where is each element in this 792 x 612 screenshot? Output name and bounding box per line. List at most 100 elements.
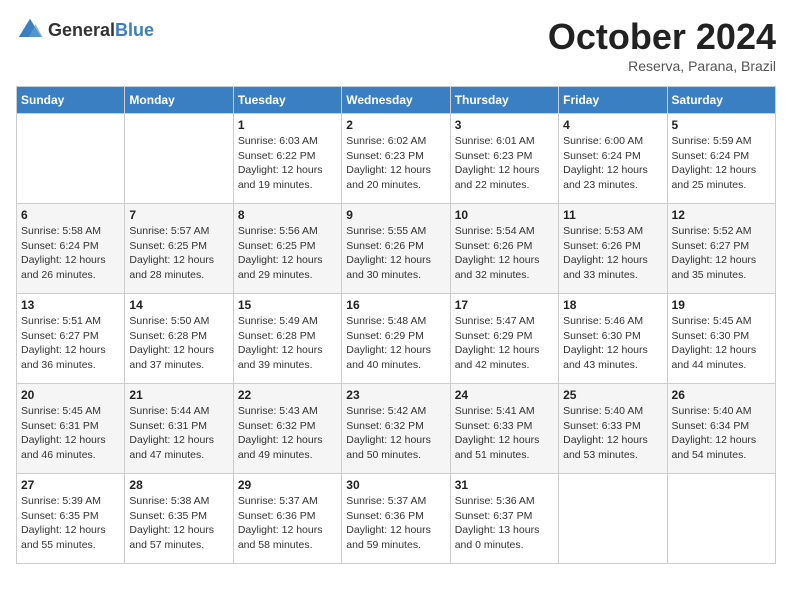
weekday-header-friday: Friday [559,87,667,114]
day-info: Sunrise: 6:01 AM Sunset: 6:23 PM Dayligh… [455,134,554,193]
day-info: Sunrise: 5:41 AM Sunset: 6:33 PM Dayligh… [455,404,554,463]
calendar-week-row: 1 Sunrise: 6:03 AM Sunset: 6:22 PM Daylig… [17,114,776,204]
page-header: GeneralBlue October 2024 Reserva, Parana… [16,16,776,74]
calendar-cell: 26Sunrise: 5:40 AM Sunset: 6:34 PM Dayli… [667,384,775,474]
calendar-cell [125,114,233,204]
calendar-cell: 9Sunrise: 5:55 AM Sunset: 6:26 PM Daylig… [342,204,450,294]
day-info: Sunrise: 5:50 AM Sunset: 6:28 PM Dayligh… [129,314,228,373]
day-info: Sunrise: 5:52 AM Sunset: 6:27 PM Dayligh… [672,224,771,283]
day-number: 24 [455,388,554,402]
day-info: Sunrise: 5:46 AM Sunset: 6:30 PM Dayligh… [563,314,662,373]
day-number: 11 [563,208,662,222]
calendar-cell [559,474,667,564]
day-info: Sunrise: 5:40 AM Sunset: 6:34 PM Dayligh… [672,404,771,463]
day-number: 1 [238,118,337,132]
day-info: Sunrise: 6:03 AM Sunset: 6:22 PM Dayligh… [238,134,337,193]
calendar-cell: 28 Sunrise: 5:38 AM Sunset: 6:35 PM Dayli… [125,474,233,564]
calendar-cell: 17Sunrise: 5:47 AM Sunset: 6:29 PM Dayli… [450,294,558,384]
calendar-cell: 20Sunrise: 5:45 AM Sunset: 6:31 PM Dayli… [17,384,125,474]
day-info: Sunrise: 5:58 AM Sunset: 6:24 PM Dayligh… [21,224,120,283]
day-info: Sunrise: 5:36 AM Sunset: 6:37 PM Dayligh… [455,494,554,553]
day-number: 6 [21,208,120,222]
day-number: 27 [21,478,120,492]
calendar-cell: 12 Sunrise: 5:52 AM Sunset: 6:27 PM Dayli… [667,204,775,294]
day-info: Sunrise: 5:45 AM Sunset: 6:30 PM Dayligh… [672,314,771,373]
day-number: 4 [563,118,662,132]
day-number: 25 [563,388,662,402]
day-info: Sunrise: 5:42 AM Sunset: 6:32 PM Dayligh… [346,404,445,463]
day-info: Sunrise: 5:48 AM Sunset: 6:29 PM Dayligh… [346,314,445,373]
calendar-cell [667,474,775,564]
day-info: Sunrise: 5:49 AM Sunset: 6:28 PM Dayligh… [238,314,337,373]
day-number: 22 [238,388,337,402]
calendar-cell: 8 Sunrise: 5:56 AM Sunset: 6:25 PM Daylig… [233,204,341,294]
day-number: 7 [129,208,228,222]
day-info: Sunrise: 5:54 AM Sunset: 6:26 PM Dayligh… [455,224,554,283]
calendar-cell: 29Sunrise: 5:37 AM Sunset: 6:36 PM Dayli… [233,474,341,564]
calendar-cell: 18 Sunrise: 5:46 AM Sunset: 6:30 PM Dayli… [559,294,667,384]
title-block: October 2024 Reserva, Parana, Brazil [548,16,776,74]
day-number: 30 [346,478,445,492]
day-info: Sunrise: 5:55 AM Sunset: 6:26 PM Dayligh… [346,224,445,283]
logo-icon [16,16,44,44]
day-number: 5 [672,118,771,132]
day-number: 16 [346,298,445,312]
day-info: Sunrise: 5:51 AM Sunset: 6:27 PM Dayligh… [21,314,120,373]
day-number: 19 [672,298,771,312]
calendar-cell [17,114,125,204]
calendar-cell: 23Sunrise: 5:42 AM Sunset: 6:32 PM Dayli… [342,384,450,474]
calendar-table: SundayMondayTuesdayWednesdayThursdayFrid… [16,86,776,564]
calendar-cell: 15Sunrise: 5:49 AM Sunset: 6:28 PM Dayli… [233,294,341,384]
calendar-location: Reserva, Parana, Brazil [548,58,776,74]
day-number: 18 [563,298,662,312]
logo: GeneralBlue [16,16,154,44]
day-number: 28 [129,478,228,492]
day-number: 12 [672,208,771,222]
calendar-cell: 10 Sunrise: 5:54 AM Sunset: 6:26 PM Dayli… [450,204,558,294]
day-info: Sunrise: 5:59 AM Sunset: 6:24 PM Dayligh… [672,134,771,193]
day-number: 3 [455,118,554,132]
weekday-header-wednesday: Wednesday [342,87,450,114]
day-number: 8 [238,208,337,222]
calendar-cell: 7Sunrise: 5:57 AM Sunset: 6:25 PM Daylig… [125,204,233,294]
calendar-cell: 1 Sunrise: 6:03 AM Sunset: 6:22 PM Daylig… [233,114,341,204]
day-number: 20 [21,388,120,402]
calendar-cell: 30 Sunrise: 5:37 AM Sunset: 6:36 PM Dayli… [342,474,450,564]
day-number: 21 [129,388,228,402]
day-number: 10 [455,208,554,222]
calendar-cell: 22Sunrise: 5:43 AM Sunset: 6:32 PM Dayli… [233,384,341,474]
calendar-cell: 24 Sunrise: 5:41 AM Sunset: 6:33 PM Dayli… [450,384,558,474]
day-info: Sunrise: 5:53 AM Sunset: 6:26 PM Dayligh… [563,224,662,283]
day-info: Sunrise: 5:40 AM Sunset: 6:33 PM Dayligh… [563,404,662,463]
day-number: 17 [455,298,554,312]
calendar-week-row: 20Sunrise: 5:45 AM Sunset: 6:31 PM Dayli… [17,384,776,474]
day-number: 29 [238,478,337,492]
day-info: Sunrise: 6:02 AM Sunset: 6:23 PM Dayligh… [346,134,445,193]
calendar-cell: 16 Sunrise: 5:48 AM Sunset: 6:29 PM Dayli… [342,294,450,384]
calendar-cell: 25 Sunrise: 5:40 AM Sunset: 6:33 PM Dayli… [559,384,667,474]
weekday-header-thursday: Thursday [450,87,558,114]
calendar-cell: 4 Sunrise: 6:00 AM Sunset: 6:24 PM Daylig… [559,114,667,204]
calendar-cell: 14 Sunrise: 5:50 AM Sunset: 6:28 PM Dayli… [125,294,233,384]
calendar-cell: 3 Sunrise: 6:01 AM Sunset: 6:23 PM Daylig… [450,114,558,204]
calendar-cell: 13 Sunrise: 5:51 AM Sunset: 6:27 PM Dayli… [17,294,125,384]
calendar-cell: 6 Sunrise: 5:58 AM Sunset: 6:24 PM Daylig… [17,204,125,294]
weekday-header-row: SundayMondayTuesdayWednesdayThursdayFrid… [17,87,776,114]
calendar-cell: 11 Sunrise: 5:53 AM Sunset: 6:26 PM Dayli… [559,204,667,294]
day-info: Sunrise: 6:00 AM Sunset: 6:24 PM Dayligh… [563,134,662,193]
calendar-cell: 27 Sunrise: 5:39 AM Sunset: 6:35 PM Dayli… [17,474,125,564]
day-info: Sunrise: 5:37 AM Sunset: 6:36 PM Dayligh… [346,494,445,553]
weekday-header-monday: Monday [125,87,233,114]
calendar-week-row: 27 Sunrise: 5:39 AM Sunset: 6:35 PM Dayli… [17,474,776,564]
calendar-week-row: 6 Sunrise: 5:58 AM Sunset: 6:24 PM Daylig… [17,204,776,294]
day-number: 2 [346,118,445,132]
day-info: Sunrise: 5:39 AM Sunset: 6:35 PM Dayligh… [21,494,120,553]
logo-general-text: General [48,20,115,40]
day-number: 14 [129,298,228,312]
day-info: Sunrise: 5:56 AM Sunset: 6:25 PM Dayligh… [238,224,337,283]
day-info: Sunrise: 5:38 AM Sunset: 6:35 PM Dayligh… [129,494,228,553]
calendar-title: October 2024 [548,16,776,58]
calendar-cell: 21Sunrise: 5:44 AM Sunset: 6:31 PM Dayli… [125,384,233,474]
day-number: 13 [21,298,120,312]
calendar-week-row: 13 Sunrise: 5:51 AM Sunset: 6:27 PM Dayli… [17,294,776,384]
